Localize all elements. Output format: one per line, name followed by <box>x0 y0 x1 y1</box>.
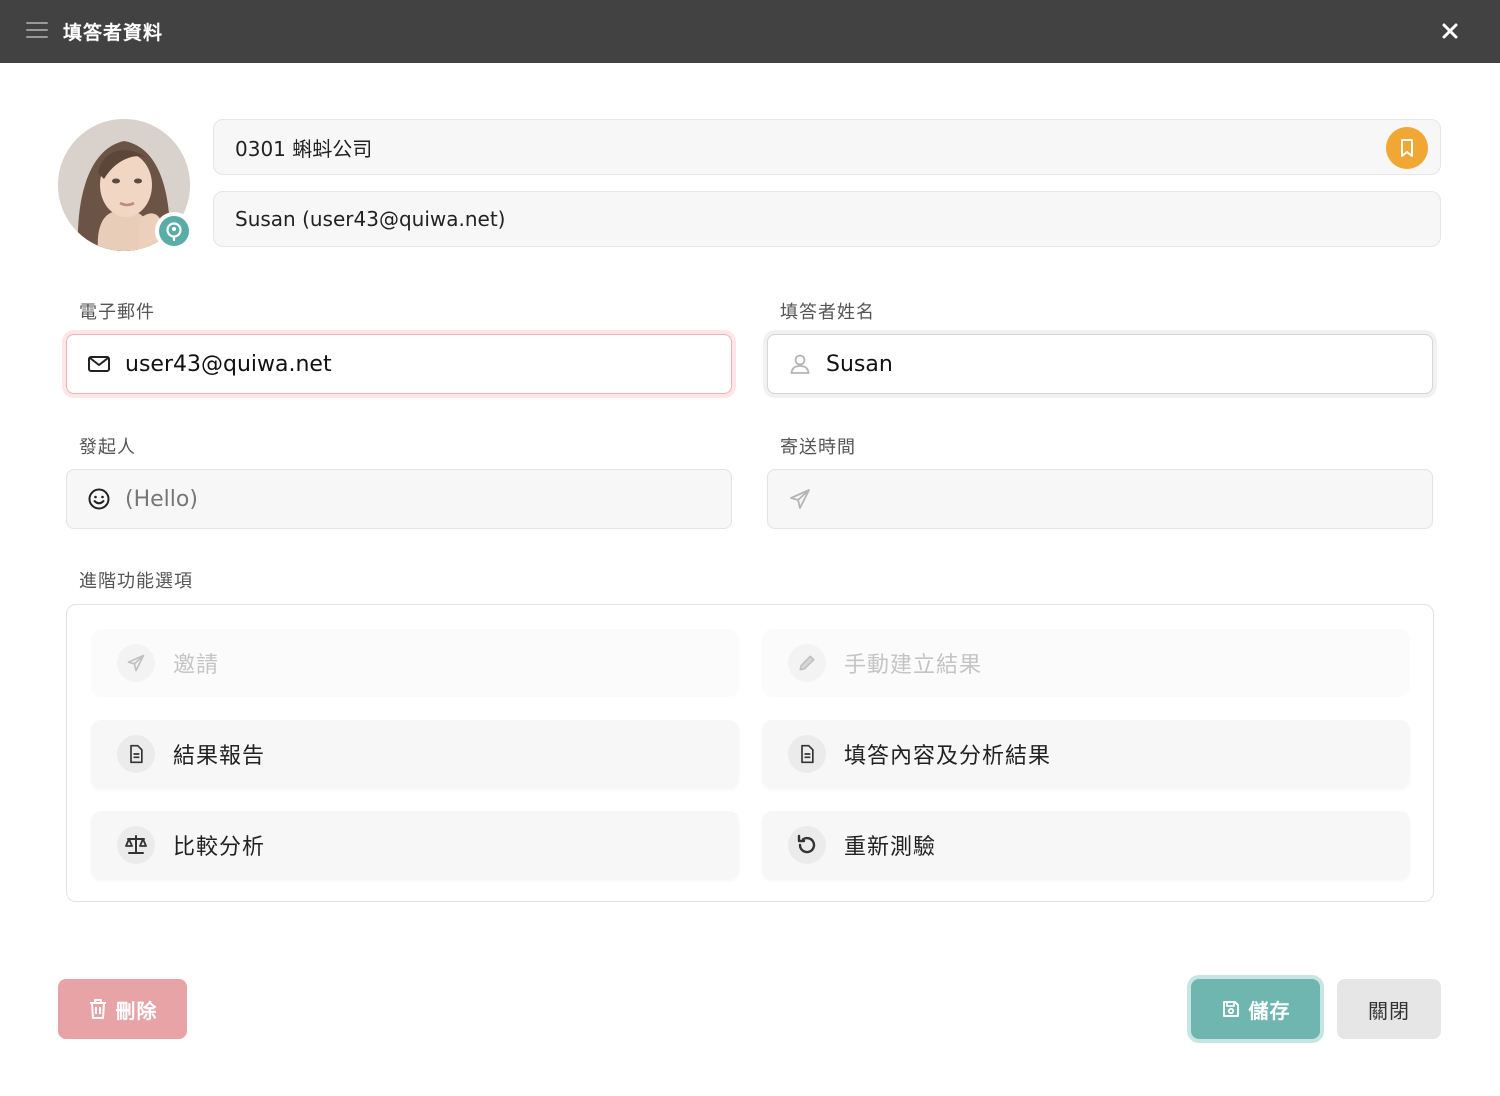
delete-label: 刪除 <box>115 998 158 1023</box>
document-icon <box>117 735 155 773</box>
sender-label: 發起人 <box>79 437 136 458</box>
user-field: Susan (user43@quiwa.net) <box>213 191 1441 247</box>
email-field <box>66 334 732 394</box>
close-button[interactable]: 關閉 <box>1337 979 1441 1039</box>
email-input[interactable] <box>125 351 685 377</box>
option-label: 填答內容及分析結果 <box>844 744 1052 769</box>
title-bar: 填答者資料 <box>0 0 1500 63</box>
option-result-report[interactable]: 結果報告 <box>91 720 739 788</box>
sender-field: (Hello) <box>66 469 732 529</box>
sent-time-field <box>767 469 1433 529</box>
option-invite: 邀請 <box>91 629 739 697</box>
bookmark-icon[interactable] <box>1386 127 1428 169</box>
window-title: 填答者資料 <box>63 22 164 44</box>
quiwa-badge-icon <box>155 212 193 250</box>
mail-icon <box>87 352 111 376</box>
document-icon <box>788 735 826 773</box>
name-input[interactable] <box>826 351 1386 377</box>
option-manual-result: 手動建立結果 <box>762 629 1410 697</box>
option-label: 結果報告 <box>173 744 266 769</box>
retry-icon <box>788 826 826 864</box>
user-name-email: Susan (user43@quiwa.net) <box>235 207 506 231</box>
advanced-options-panel: 邀請 手動建立結果 結果報告 填答內容及分析結果 比較分析 重新測驗 <box>66 604 1434 902</box>
company-name: 0301 蝌蚪公司 <box>235 136 373 161</box>
name-label: 填答者姓名 <box>780 302 875 323</box>
send-icon <box>788 487 812 511</box>
option-retest[interactable]: 重新測驗 <box>762 811 1410 879</box>
option-answers-analysis[interactable]: 填答內容及分析結果 <box>762 720 1410 788</box>
advanced-label: 進階功能選項 <box>79 571 193 592</box>
company-field: 0301 蝌蚪公司 <box>213 119 1441 175</box>
option-compare-analysis[interactable]: 比較分析 <box>91 811 739 879</box>
close-label: 關閉 <box>1368 998 1410 1023</box>
option-label: 比較分析 <box>173 835 266 860</box>
smiley-icon <box>87 487 111 511</box>
save-icon <box>1221 999 1241 1019</box>
option-label: 手動建立結果 <box>844 653 983 678</box>
send-icon <box>117 644 155 682</box>
close-icon[interactable] <box>1438 19 1462 43</box>
option-label: 重新測驗 <box>844 835 937 860</box>
trash-icon <box>88 998 108 1020</box>
email-label: 電子郵件 <box>79 302 155 323</box>
delete-button[interactable]: 刪除 <box>58 979 187 1039</box>
sent-time-label: 寄送時間 <box>780 437 856 458</box>
hamburger-menu-icon[interactable] <box>26 22 48 40</box>
save-button[interactable]: 儲存 <box>1191 979 1320 1039</box>
user-icon <box>788 352 812 376</box>
name-field <box>767 334 1433 394</box>
sender-value: (Hello) <box>125 486 198 512</box>
pencil-icon <box>788 644 826 682</box>
scale-icon <box>117 826 155 864</box>
option-label: 邀請 <box>173 653 220 678</box>
save-label: 儲存 <box>1248 998 1291 1023</box>
